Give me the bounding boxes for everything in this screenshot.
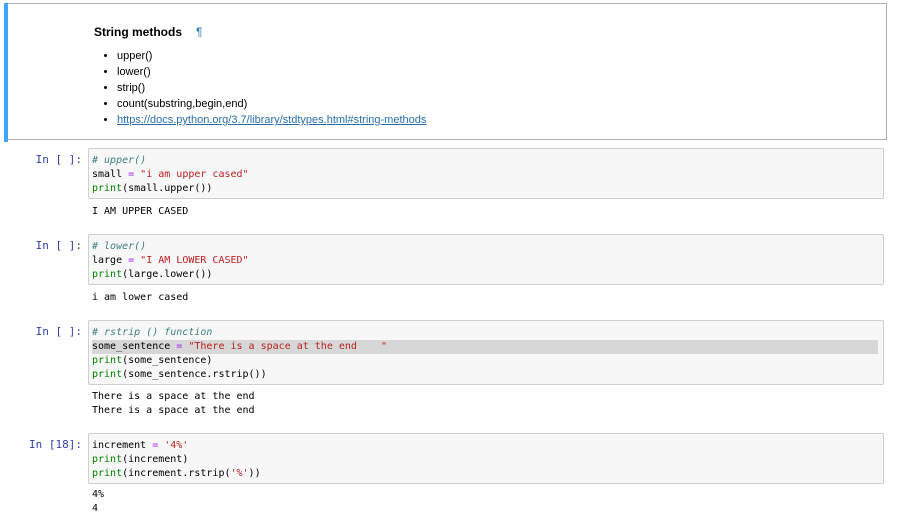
code-comment: # rstrip () function (92, 327, 213, 338)
code-text: (small.upper()) (122, 183, 213, 194)
list-item: strip() (117, 80, 426, 96)
code-builtin: print (92, 468, 123, 479)
code-editor[interactable]: increment = '4%' print(increment) print(in… (92, 439, 261, 481)
code-string: '4%' (164, 440, 189, 451)
code-var: some_sentence (92, 341, 171, 352)
list-item: lower() (117, 64, 426, 80)
output-line: i am lower cased (92, 292, 189, 303)
list-item: count(substring,begin,end) (117, 96, 426, 112)
code-var: large (92, 255, 123, 266)
list-item: https://docs.python.org/3.7/library/stdt… (117, 112, 426, 128)
code-text: (some_sentence.rstrip()) (122, 369, 267, 380)
docs-link[interactable]: https://docs.python.org/3.7/library/stdt… (117, 114, 426, 126)
output-line: 4% (92, 489, 105, 500)
code-var: small (92, 169, 123, 180)
output-line: There is a space at the end (92, 391, 255, 402)
code-builtin: print (92, 369, 123, 380)
code-string: "I AM LOWER CASED" (140, 255, 249, 266)
code-builtin: print (92, 355, 123, 366)
markdown-cell[interactable]: String methods ¶ upper() lower() strip() … (4, 3, 887, 142)
anchor-link[interactable]: ¶ (196, 25, 202, 39)
code-text: (large.lower()) (122, 269, 213, 280)
cell-prompt: In [ ]: (35, 239, 82, 252)
code-text: )) (248, 468, 261, 479)
code-op: = (146, 440, 165, 451)
heading-text: String methods (94, 25, 183, 39)
cell-output: I AM UPPER CASED (92, 205, 188, 219)
cell-output: i am lower cased (92, 291, 188, 305)
code-cell-increment[interactable]: increment = '4%' print(increment) print(in… (88, 433, 884, 484)
code-var: increment (92, 440, 147, 451)
code-builtin: print (92, 269, 123, 280)
cell-output: There is a space at the end There is a sp… (92, 390, 255, 418)
cell-prompt: In [18]: (29, 438, 82, 451)
cell-prompt: In [ ]: (35, 153, 82, 166)
code-string: "There is a space at the end " (188, 341, 388, 352)
code-editor[interactable]: # rstrip () function some_sentence = "The… (92, 326, 878, 382)
code-op: = (122, 255, 141, 266)
code-string: "i am upper cased" (140, 169, 249, 180)
output-line: 4 (92, 503, 99, 514)
code-text: (some_sentence) (122, 355, 213, 366)
code-text: (increment.rstrip( (122, 468, 231, 479)
highlighted-line: some_sentence = "There is a space at the… (92, 340, 878, 354)
code-builtin: print (92, 183, 123, 194)
code-editor[interactable]: # upper() small = "i am upper cased" print… (92, 154, 249, 196)
code-builtin: print (92, 454, 123, 465)
code-comment: # lower() (92, 241, 147, 252)
list-item: upper() (117, 48, 426, 64)
methods-list: upper() lower() strip() count(substring,… (103, 48, 426, 128)
cell-output: 4% 4 (92, 488, 104, 516)
code-cell-upper[interactable]: # upper() small = "i am upper cased" print… (88, 148, 884, 199)
output-line: I AM UPPER CASED (92, 206, 189, 217)
output-line: There is a space at the end (92, 405, 255, 416)
code-op: = (122, 169, 141, 180)
code-cell-lower[interactable]: # lower() large = "I AM LOWER CASED" print… (88, 234, 884, 285)
code-text: (increment) (122, 454, 189, 465)
cell-selection-bar (4, 3, 8, 142)
cell-prompt: In [ ]: (35, 325, 82, 338)
code-string: '%' (230, 468, 249, 479)
code-op: = (170, 341, 189, 352)
markdown-heading: String methods ¶ (94, 25, 202, 39)
code-cell-rstrip[interactable]: # rstrip () function some_sentence = "The… (88, 320, 884, 385)
code-comment: # upper() (92, 155, 147, 166)
code-editor[interactable]: # lower() large = "I AM LOWER CASED" print… (92, 240, 249, 282)
